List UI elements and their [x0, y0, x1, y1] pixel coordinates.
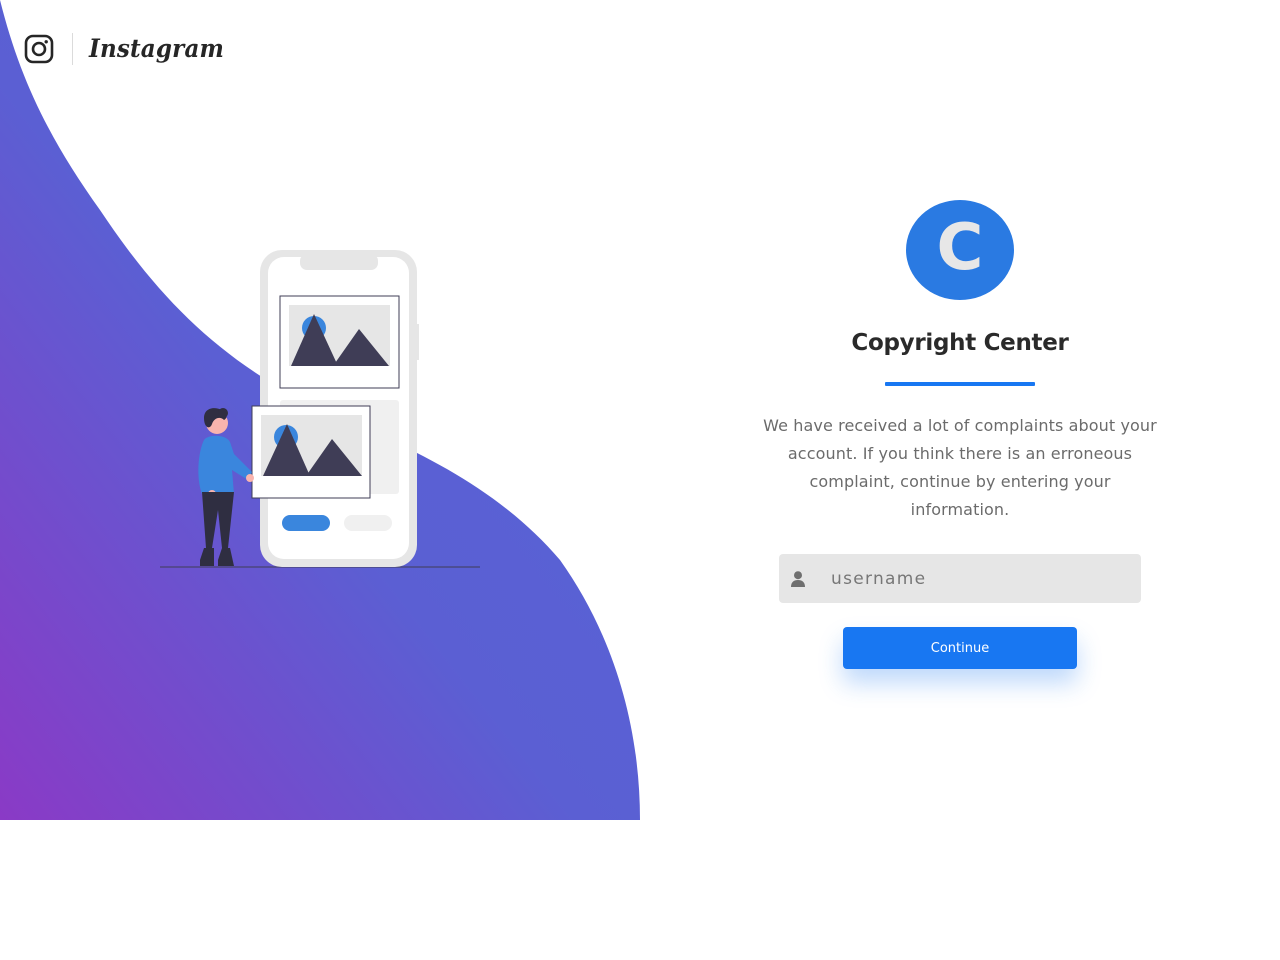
brand-divider: [72, 33, 73, 65]
person-with-phone-gallery-illustration: [160, 250, 480, 568]
title-underline: [885, 382, 1035, 386]
username-input[interactable]: [831, 558, 1121, 599]
username-field[interactable]: [779, 554, 1141, 603]
instagram-camera-icon: [24, 34, 54, 64]
page: Instagram C Copyright Center We have rec…: [0, 0, 1280, 960]
brand-wordmark: Instagram: [89, 34, 225, 63]
copyright-panel: C Copyright Center We have received a lo…: [760, 200, 1160, 669]
logo-letter: C: [936, 211, 984, 285]
continue-button[interactable]: Continue: [843, 627, 1077, 669]
description-text: We have received a lot of complaints abo…: [763, 416, 1157, 519]
brand-header[interactable]: Instagram: [24, 33, 236, 65]
page-title: Copyright Center: [851, 330, 1069, 356]
copyright-logo: C: [906, 200, 1014, 300]
user-icon: [791, 570, 805, 587]
